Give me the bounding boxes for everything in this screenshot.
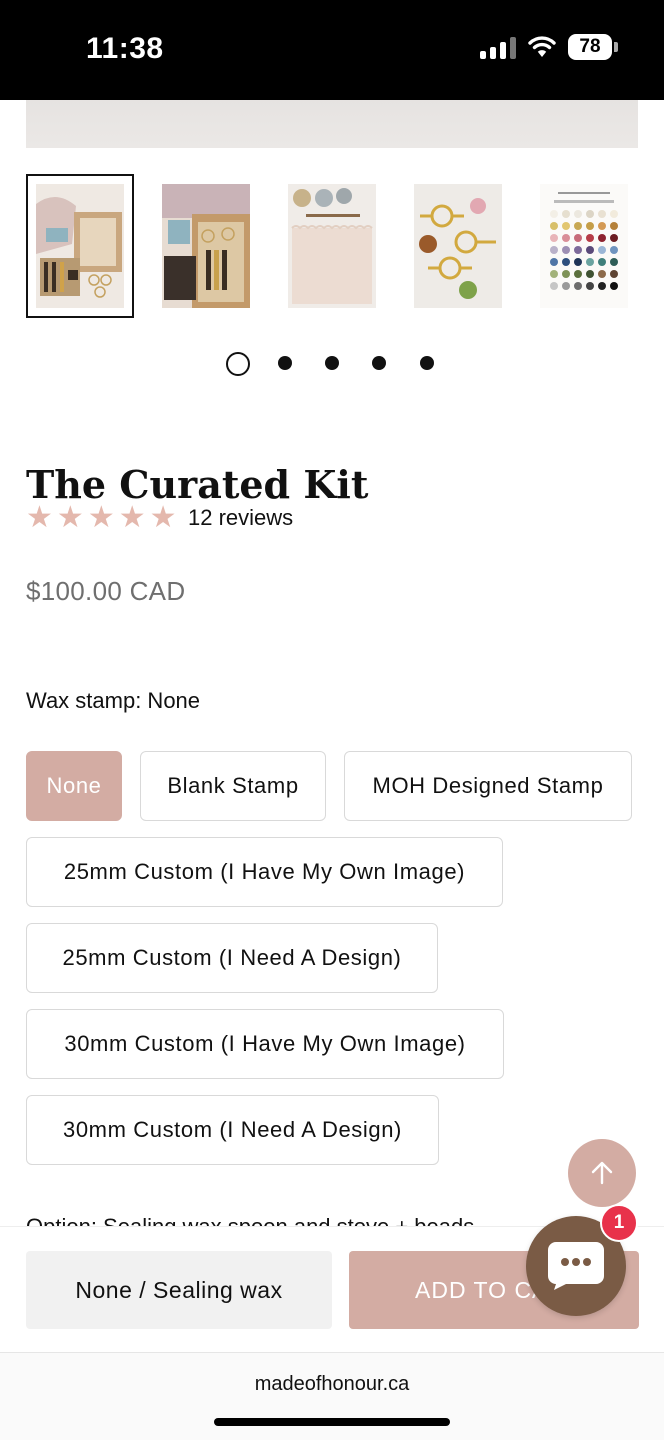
kit-overview-image xyxy=(36,184,124,308)
status-bar: 11:38 78 xyxy=(0,0,664,100)
status-time: 11:38 xyxy=(86,32,164,65)
thumbnail-strip xyxy=(26,174,638,318)
thumbnail-4[interactable] xyxy=(404,174,512,318)
option-none[interactable]: None xyxy=(26,751,122,821)
arrow-up-icon xyxy=(591,1161,613,1185)
status-icons: 78 xyxy=(480,34,618,60)
option-blank-stamp[interactable]: Blank Stamp xyxy=(140,751,326,821)
star-icon: ★ xyxy=(118,501,146,534)
chat-notification-badge: 1 xyxy=(600,1204,638,1242)
option-moh-designed-stamp[interactable]: MOH Designed Stamp xyxy=(344,751,632,821)
home-indicator xyxy=(214,1418,450,1426)
thumbnail-3[interactable] xyxy=(278,174,386,318)
browser-address-bar[interactable]: madeofhonour.ca xyxy=(0,1352,664,1440)
wifi-icon xyxy=(528,36,556,57)
star-icon: ★ xyxy=(56,501,84,534)
star-icon: ★ xyxy=(149,501,177,534)
chat-bubble-icon xyxy=(548,1242,604,1290)
wax-stamp-label: Wax stamp: None xyxy=(26,688,201,713)
product-main-image[interactable] xyxy=(26,100,638,148)
url-text[interactable]: madeofhonour.ca xyxy=(0,1373,664,1396)
carousel-dot-3[interactable] xyxy=(325,356,339,370)
rating-stars[interactable]: ★ ★ ★ ★ ★ xyxy=(26,503,177,533)
gold-handles-image xyxy=(414,184,502,308)
option-30mm-need-design[interactable]: 30mm Custom (I Need A Design) xyxy=(26,1095,439,1165)
star-icon: ★ xyxy=(26,501,53,534)
thumbnail-1[interactable] xyxy=(26,174,134,318)
option-30mm-own-image[interactable]: 30mm Custom (I Have My Own Image) xyxy=(26,1009,504,1079)
thumbnail-5[interactable] xyxy=(530,174,638,318)
carousel-pagination xyxy=(0,350,664,376)
option-25mm-own-image[interactable]: 25mm Custom (I Have My Own Image) xyxy=(26,837,503,907)
review-count[interactable]: 12 reviews xyxy=(188,505,293,531)
kit-box-open-image xyxy=(162,184,250,308)
star-icon: ★ xyxy=(87,501,115,534)
cellular-signal-icon xyxy=(480,35,516,59)
carousel-dot-5[interactable] xyxy=(420,356,434,370)
wax-and-tools-image xyxy=(288,184,376,308)
carousel-dot-2[interactable] xyxy=(278,356,292,370)
option-25mm-need-design[interactable]: 25mm Custom (I Need A Design) xyxy=(26,923,438,993)
variant-selector[interactable]: None / Sealing wax xyxy=(26,1251,332,1329)
wax-colour-chart-image xyxy=(540,184,628,308)
carousel-dot-4[interactable] xyxy=(372,356,386,370)
thumbnail-2[interactable] xyxy=(152,174,260,318)
product-price: $100.00 CAD xyxy=(26,576,186,606)
battery-icon: 78 xyxy=(568,34,618,60)
carousel-dot-1[interactable] xyxy=(226,352,250,376)
scroll-to-top-button[interactable] xyxy=(568,1139,636,1207)
